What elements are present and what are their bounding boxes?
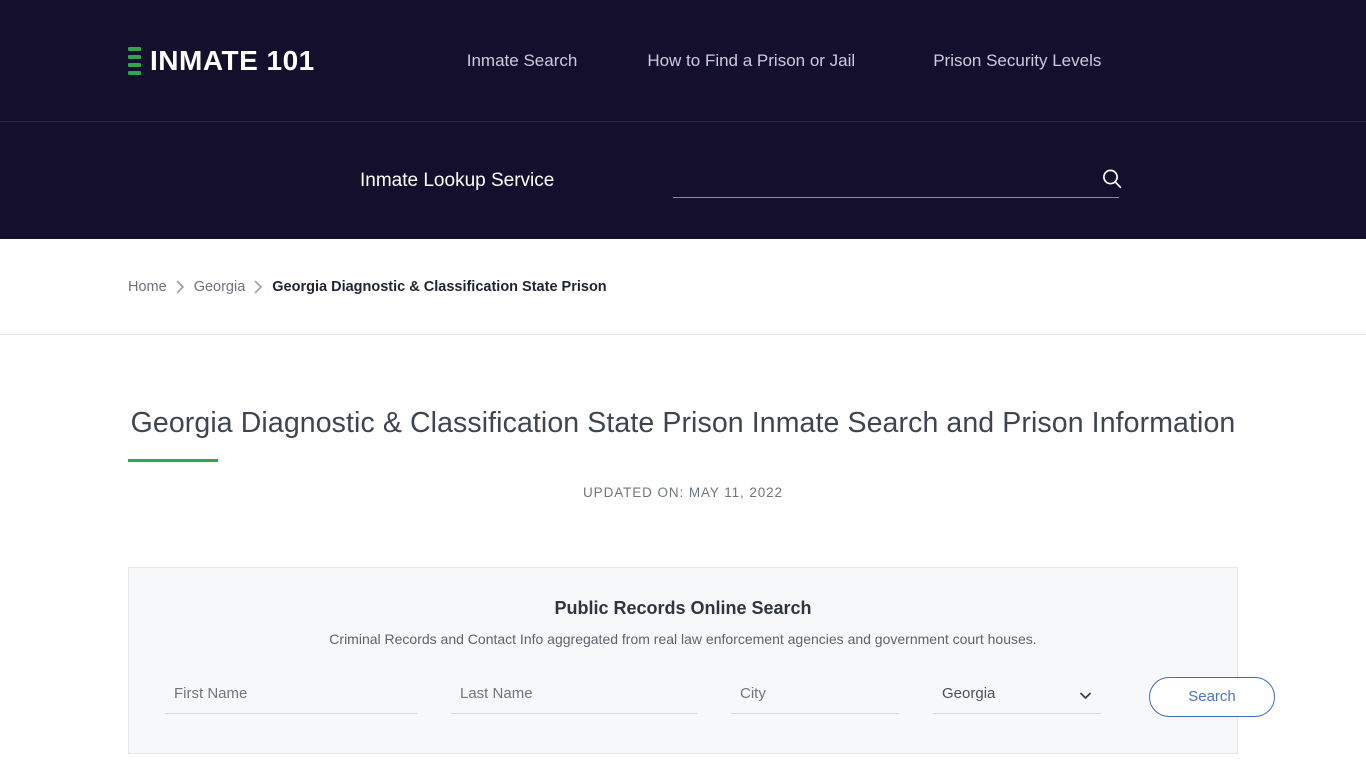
public-records-search-card: Public Records Online Search Criminal Re…	[128, 566, 1275, 754]
lookup-bar-inner: Inmate Lookup Service	[0, 163, 1366, 198]
nav-item-prison-security-levels[interactable]: Prison Security Levels	[933, 52, 1101, 69]
public-records-form: Georgia Search	[165, 676, 1275, 717]
updated-on-text: UPDATED ON: MAY 11, 2022	[583, 484, 783, 500]
logo-bars-icon	[128, 46, 141, 76]
lookup-search-form	[673, 163, 1122, 198]
brand-logo-link[interactable]: INMATE 101	[128, 46, 315, 76]
nav-item-inmate-search[interactable]: Inmate Search	[467, 52, 578, 69]
breadcrumb-item-current: Georgia Diagnostic & Classification Stat…	[272, 278, 607, 295]
search-icon	[1103, 169, 1122, 188]
site-header: INMATE 101 Inmate Search How to Find a P…	[0, 0, 1366, 122]
state-select[interactable]: Georgia	[933, 679, 1101, 714]
main-content: Georgia Diagnostic & Classification Stat…	[0, 407, 1366, 754]
records-card-title: Public Records Online Search	[554, 597, 812, 618]
state-field-wrap: Georgia	[933, 679, 1101, 714]
inmate-lookup-bar: Inmate Lookup Service	[0, 122, 1366, 239]
records-search-button[interactable]: Search	[1149, 676, 1275, 717]
page-title: Georgia Diagnostic & Classification Stat…	[130, 407, 1236, 439]
header-inner: INMATE 101 Inmate Search How to Find a P…	[0, 46, 1366, 76]
primary-navigation: Inmate Search How to Find a Prison or Ja…	[467, 52, 1102, 69]
lookup-search-submit-button[interactable]	[1101, 168, 1123, 190]
breadcrumb-bar: Home Georgia Georgia Diagnostic & Classi…	[0, 239, 1366, 335]
chevron-right-icon	[254, 280, 263, 294]
breadcrumb: Home Georgia Georgia Diagnostic & Classi…	[0, 279, 1366, 295]
city-field-wrap	[731, 679, 899, 714]
city-input[interactable]	[731, 679, 899, 714]
last-name-field-wrap	[451, 679, 697, 714]
first-name-input[interactable]	[165, 679, 417, 714]
title-accent-rule	[128, 458, 218, 462]
brand-name: INMATE 101	[150, 44, 315, 76]
chevron-right-icon	[176, 280, 185, 294]
breadcrumb-item-home[interactable]: Home	[128, 279, 167, 295]
records-card-subtitle: Criminal Records and Contact Info aggreg…	[329, 630, 1037, 647]
nav-item-how-to-find-a-prison-or-jail[interactable]: How to Find a Prison or Jail	[647, 52, 855, 69]
first-name-field-wrap	[165, 679, 417, 714]
last-name-input[interactable]	[451, 679, 697, 714]
lookup-service-label: Inmate Lookup Service	[360, 169, 555, 191]
lookup-search-input[interactable]	[673, 163, 1120, 198]
breadcrumb-item-georgia[interactable]: Georgia	[194, 279, 246, 295]
